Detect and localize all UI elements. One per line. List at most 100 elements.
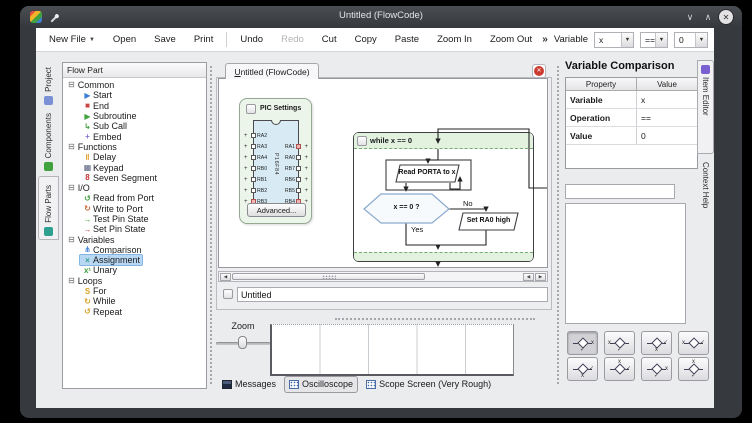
flowchart-canvas[interactable]: PIC Settings P16F84 RA2+RA3+RA4+RB0+RB1+…: [218, 78, 548, 268]
tree-item-unary[interactable]: x¹Unary: [63, 265, 206, 275]
tree-item-assignment[interactable]: ×Assignment: [63, 255, 206, 265]
pic-settings-panel[interactable]: PIC Settings P16F84 RA2+RA3+RA4+RB0+RB1+…: [239, 98, 312, 224]
decision-variant-button-8[interactable]: x✓: [678, 357, 709, 381]
tree-group-common[interactable]: ⊟Common: [63, 80, 206, 90]
pin-pad-ra3[interactable]: [251, 144, 256, 149]
document-close-button[interactable]: ✕: [532, 64, 546, 78]
table-row[interactable]: Value0: [566, 127, 697, 145]
pin-pad-rb2[interactable]: [251, 188, 256, 193]
tree-item-subroutine[interactable]: ▶Subroutine: [63, 111, 206, 121]
collapse-icon[interactable]: ⊟: [68, 236, 75, 244]
tree-item-write-to-port[interactable]: ↻Write to Port: [63, 204, 206, 214]
tree-item-for[interactable]: SFor: [63, 286, 206, 296]
collapse-icon[interactable]: ⊟: [68, 81, 75, 89]
right-splitter[interactable]: [557, 66, 559, 384]
decision-variant-button-5[interactable]: ✓x: [567, 357, 598, 381]
pin-pad-ra2[interactable]: [251, 133, 256, 138]
left-splitter[interactable]: [210, 66, 212, 384]
value-column-header[interactable]: Value: [637, 78, 697, 90]
pin-pad-rb1[interactable]: [251, 177, 256, 182]
horizontal-splitter[interactable]: [335, 318, 535, 320]
cut-button[interactable]: Cut: [313, 28, 346, 51]
save-button[interactable]: Save: [145, 28, 185, 51]
new-file-button[interactable]: New File▼: [40, 28, 104, 51]
property-list-box[interactable]: [565, 203, 686, 324]
operation-combobox[interactable]: == ▼: [640, 32, 668, 48]
chevron-down-icon[interactable]: ▼: [695, 33, 707, 47]
tree-item-test-pin-state[interactable]: →Test Pin State: [63, 214, 206, 224]
tab-context-help[interactable]: Context Help: [697, 158, 714, 248]
tab-oscilloscope[interactable]: Oscilloscope: [284, 376, 358, 393]
tree-item-set-pin-state[interactable]: →Set Pin State: [63, 224, 206, 234]
document-tab[interactable]: Untitled (FlowCode): [225, 63, 319, 79]
pin-pad-rb5[interactable]: [296, 188, 301, 193]
scroll-left-button[interactable]: ◀: [523, 273, 534, 281]
property-column-header[interactable]: Property: [566, 78, 637, 90]
decision-variant-button-1[interactable]: x✓: [567, 331, 598, 355]
pin-pad-rb7[interactable]: [296, 166, 301, 171]
close-button[interactable]: ✕: [719, 10, 733, 24]
pin-pad-rb6[interactable]: [296, 177, 301, 182]
tree-group-loops[interactable]: ⊟Loops: [63, 276, 206, 286]
scrollbar-thumb[interactable]: [232, 273, 425, 280]
zoom-out-button[interactable]: Zoom Out: [481, 28, 541, 51]
sidebar-tab-components[interactable]: Components: [38, 110, 59, 174]
tab-item-editor[interactable]: Item Editor: [697, 60, 714, 154]
value-cell[interactable]: ==: [637, 109, 697, 126]
zoom-in-button[interactable]: Zoom In: [428, 28, 481, 51]
pin-pad-ra0[interactable]: [296, 155, 301, 160]
decision-variant-button-2[interactable]: x✓: [604, 331, 635, 355]
tree-item-seven-segment[interactable]: 8Seven Segment: [63, 173, 206, 183]
zoom-slider-thumb[interactable]: [238, 336, 247, 349]
value-combobox[interactable]: 0 ▼: [674, 32, 708, 48]
value-cell[interactable]: 0: [637, 127, 697, 144]
variable-name-combobox[interactable]: x ▼: [594, 32, 634, 48]
while-loop-group[interactable]: while x == 0: [353, 132, 534, 262]
tree-item-repeat[interactable]: ↺Repeat: [63, 307, 206, 317]
collapse-icon[interactable]: ⊟: [68, 143, 75, 151]
collapse-icon[interactable]: ⊟: [68, 184, 75, 192]
pin-pad-rb0[interactable]: [251, 166, 256, 171]
tab-scope-screen[interactable]: Scope Screen (Very Rough): [362, 377, 495, 392]
minimize-button[interactable]: ∨: [683, 10, 697, 24]
canvas-horizontal-scrollbar[interactable]: ◀ ◀ ▶: [218, 271, 548, 282]
tree-item-while[interactable]: ↻While: [63, 296, 206, 306]
copy-button[interactable]: Copy: [346, 28, 386, 51]
pin-pad-ra1[interactable]: [296, 144, 301, 149]
tree-group-i-o[interactable]: ⊟I/O: [63, 183, 206, 193]
scroll-left-button[interactable]: ◀: [220, 273, 231, 281]
decision-variant-button-4[interactable]: x✓: [678, 331, 709, 355]
while-loop-checkbox[interactable]: [357, 136, 367, 146]
tab-messages[interactable]: Messages: [218, 377, 280, 392]
chevron-down-icon[interactable]: ▼: [655, 33, 667, 47]
maximize-button[interactable]: ∧: [701, 10, 715, 24]
tree-item-delay[interactable]: ‖Delay: [63, 152, 206, 162]
value-cell[interactable]: x: [637, 91, 697, 108]
table-row[interactable]: Operation==: [566, 109, 697, 127]
table-row[interactable]: Variablex: [566, 91, 697, 109]
tree-group-functions[interactable]: ⊟Functions: [63, 142, 206, 152]
tree-item-read-from-port[interactable]: ↺Read from Port: [63, 193, 206, 203]
document-name-checkbox[interactable]: [223, 289, 233, 299]
pic-settings-checkbox[interactable]: [246, 104, 256, 114]
scroll-right-button[interactable]: ▶: [535, 273, 546, 281]
tree-item-embed[interactable]: +Embed: [63, 131, 206, 141]
tree-item-end[interactable]: ■End: [63, 101, 206, 111]
decision-variant-button-6[interactable]: x✓: [604, 357, 635, 381]
undo-button[interactable]: Undo: [231, 28, 272, 51]
tree-group-variables[interactable]: ⊟Variables: [63, 234, 206, 244]
tree-item-comparison[interactable]: ⋔Comparison: [63, 245, 206, 255]
pin-pad-ra4[interactable]: [251, 155, 256, 160]
paste-button[interactable]: Paste: [386, 28, 428, 51]
tree-item-sub-call[interactable]: ↳Sub Call: [63, 121, 206, 131]
decision-variant-button-3[interactable]: ✓x: [641, 331, 672, 355]
decision-variant-button-7[interactable]: x✓: [641, 357, 672, 381]
redo-button[interactable]: Redo: [272, 28, 313, 51]
tree-item-keypad[interactable]: ▦Keypad: [63, 162, 206, 172]
advanced-button[interactable]: Advanced...: [247, 203, 306, 217]
sidebar-tab-project[interactable]: Project: [38, 60, 59, 108]
property-edit-input[interactable]: [565, 184, 675, 199]
tree-item-start[interactable]: ▶Start: [63, 90, 206, 100]
open-button[interactable]: Open: [104, 28, 145, 51]
document-name-input[interactable]: [237, 287, 548, 302]
